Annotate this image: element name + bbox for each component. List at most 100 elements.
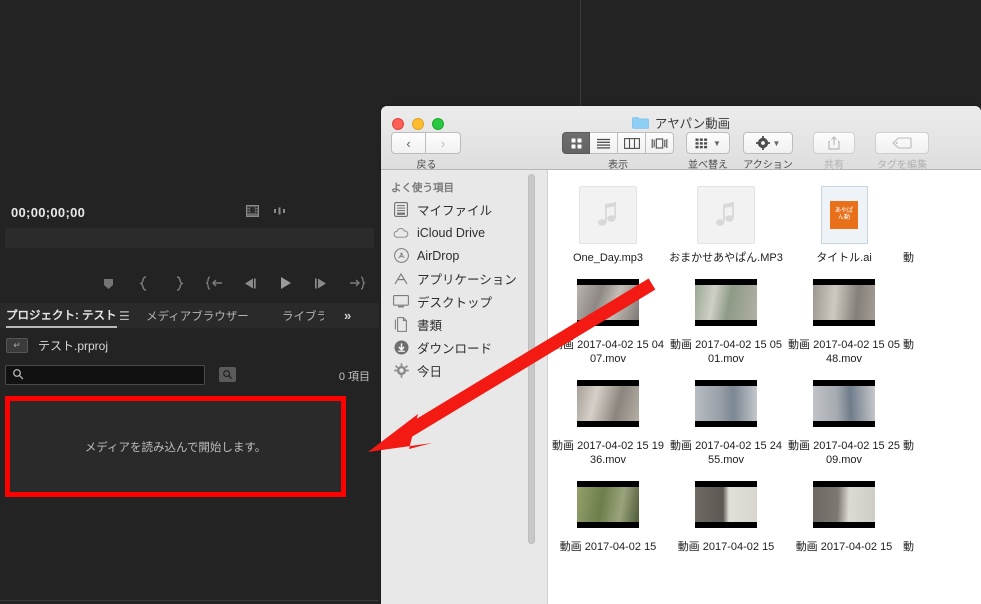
filter-icon[interactable] <box>219 367 236 382</box>
playhead-scrubber[interactable] <box>5 228 374 248</box>
illustrator-file-icon: あやぱ ん動 <box>820 186 868 244</box>
downloads-icon <box>393 340 409 356</box>
video-thumbnail <box>695 379 757 427</box>
sort-button[interactable]: ▼ <box>686 132 730 154</box>
edit-tags-button[interactable] <box>875 132 929 154</box>
search-input-wrapper[interactable] <box>5 365 205 385</box>
sidebar-item-documents[interactable]: 書類 <box>381 313 547 336</box>
file-item-video[interactable]: 動画 2017-04-02 15 05 48.mov <box>785 265 903 366</box>
applications-icon <box>393 271 409 287</box>
action-button[interactable]: ▼ <box>743 132 793 154</box>
tab-media-browser[interactable]: メディアブラウザー <box>146 303 249 328</box>
file-item-title-ai[interactable]: あやぱ ん動 タイトル.ai <box>785 178 903 265</box>
sidebar-item-desktop[interactable]: デスクトップ <box>381 290 547 313</box>
finder-window[interactable]: アヤパン動画 ‹ › 戻る 表示 ▼ 並べ替え ▼ アクション 共有 タグを編集… <box>381 106 981 604</box>
file-grid-area[interactable]: One_Day.mp3 おまかせあやぱん.MP3 あやぱ ん動 タイトル.ai … <box>549 170 981 604</box>
project-search-row: 0 項目 <box>0 363 379 389</box>
file-name: 動画 2017-04-02 15 25 09.mov <box>788 440 900 466</box>
sort-grid-icon <box>695 138 708 148</box>
play-button[interactable] <box>273 271 299 295</box>
airdrop-icon <box>393 248 409 264</box>
file-item-video[interactable]: 動画 2017-04-02 15 24 55.mov <box>667 366 785 467</box>
sidebar-item-icloud-drive[interactable]: iCloud Drive <box>381 221 547 244</box>
tab-overflow-button[interactable]: » <box>344 308 351 323</box>
step-back-button[interactable] <box>237 271 263 295</box>
file-item-video[interactable]: 動画 2017-04-02 15 05 01.mov <box>667 265 785 366</box>
file-thumbnail <box>931 184 981 246</box>
video-thumbnail <box>695 480 757 528</box>
go-to-out-button[interactable] <box>344 271 370 295</box>
view-segmented-control[interactable] <box>562 132 674 154</box>
share-button[interactable] <box>813 132 855 154</box>
hamburger-icon[interactable]: ☰ <box>119 309 130 323</box>
file-item-video[interactable]: 動画 2017-04-02 15 <box>785 467 903 554</box>
view-columns[interactable] <box>618 132 646 154</box>
file-item-video[interactable]: 動画 2017-04-02 15 25 09.mov <box>785 366 903 467</box>
forward-button[interactable]: › <box>426 132 461 154</box>
view-list[interactable] <box>590 132 618 154</box>
file-thumbnail <box>577 473 639 535</box>
file-name: 動画 2017-04-02 15 24 55.mov <box>670 440 782 466</box>
file-item-clipped[interactable]: 動 <box>903 265 981 366</box>
tab-libraries[interactable]: ライブラ <box>282 303 324 328</box>
file-item-clipped[interactable]: 動 <box>903 178 981 265</box>
add-marker-button[interactable] <box>95 271 121 295</box>
sidebar-scrollbar[interactable] <box>528 174 535 544</box>
file-thumbnail <box>931 473 981 535</box>
chevron-down-icon: ▼ <box>772 138 781 148</box>
file-row: 動画 2017-04-02 15 19 36.mov 動画 2017-04-02… <box>549 366 981 467</box>
file-item-video[interactable]: 動画 2017-04-02 15 19 36.mov <box>549 366 667 467</box>
monitor-icon-group <box>246 205 289 217</box>
file-row: 動画 2017-04-02 15 動画 2017-04-02 15 動画 201… <box>549 467 981 554</box>
file-item-video[interactable]: 動画 2017-04-02 15 <box>667 467 785 554</box>
search-input[interactable] <box>29 369 189 381</box>
file-name: 動画 2017-04-02 15 04 07.mov <box>552 339 664 365</box>
mark-out-button[interactable] <box>166 271 192 295</box>
file-item-clipped[interactable]: 動 <box>903 366 981 467</box>
file-name: 動画 2017-04-02 15 <box>559 541 657 553</box>
sidebar-item-today[interactable]: 今日 <box>381 359 547 382</box>
markers-icon[interactable] <box>273 206 289 216</box>
sidebar-item-label: アプリケーション <box>417 273 517 287</box>
sidebar-item-downloads[interactable]: ダウンロード <box>381 336 547 359</box>
sidebar-item-airdrop[interactable]: AirDrop <box>381 244 547 267</box>
video-thumbnail <box>695 278 757 326</box>
view-icon-grid[interactable] <box>562 132 590 154</box>
finder-sidebar: よく使う項目 マイファイル iCloud Drive AirDrop アプリケー… <box>381 170 548 604</box>
music-note-icon <box>697 186 755 244</box>
action-group: ▼ アクション <box>743 132 793 171</box>
file-item-video[interactable]: 動画 2017-04-02 15 <box>549 467 667 554</box>
panel-bottom-divider <box>0 600 379 601</box>
media-dropzone[interactable]: メディアを読み込んで開始します。 <box>5 396 346 497</box>
file-item-one-day-mp3[interactable]: One_Day.mp3 <box>549 178 667 265</box>
file-thumbnail <box>695 184 757 246</box>
tag-icon <box>892 137 912 149</box>
file-row: 動画 2017-04-02 15 04 07.mov 動画 2017-04-02… <box>549 265 981 366</box>
file-name: 動 <box>903 440 914 452</box>
export-frame-icon[interactable] <box>246 205 259 217</box>
project-file-row: ↵ テスト.prproj <box>0 332 379 358</box>
file-row: One_Day.mp3 おまかせあやぱん.MP3 あやぱ ん動 タイトル.ai … <box>549 178 981 265</box>
view-coverflow[interactable] <box>646 132 674 154</box>
file-name: 動画 2017-04-02 15 19 36.mov <box>552 440 664 466</box>
finder-titlebar[interactable]: アヤパン動画 ‹ › 戻る 表示 ▼ 並べ替え ▼ アクション 共有 タグを編集 <box>381 106 981 171</box>
tag-label: タグを編集 <box>877 160 927 171</box>
sidebar-item-myfiles[interactable]: マイファイル <box>381 198 547 221</box>
back-button[interactable]: ‹ <box>391 132 426 154</box>
tab-project[interactable]: プロジェクト: テスト <box>6 303 117 328</box>
mark-in-button[interactable] <box>131 271 157 295</box>
parent-folder-icon[interactable]: ↵ <box>6 337 28 353</box>
file-item-video[interactable]: 動画 2017-04-02 15 04 07.mov <box>549 265 667 366</box>
share-group: 共有 <box>813 132 855 171</box>
file-item-omakase-mp3[interactable]: おまかせあやぱん.MP3 <box>667 178 785 265</box>
go-to-in-button[interactable] <box>202 271 228 295</box>
file-name: 動 <box>903 252 914 264</box>
step-forward-button[interactable] <box>308 271 334 295</box>
sidebar-item-applications[interactable]: アプリケーション <box>381 267 547 290</box>
project-panel: プロジェクト: テスト ☰ メディアブラウザー ライブラ » ↵ テスト.prp… <box>0 303 379 604</box>
file-name: おまかせあやぱん.MP3 <box>669 252 783 264</box>
screen: 00;00;00;00 プロジェクト: テスト ☰ メディアブラウザー ライブラ… <box>0 0 981 604</box>
timecode-display[interactable]: 00;00;00;00 <box>11 205 85 220</box>
myfiles-icon <box>393 202 409 218</box>
file-item-clipped[interactable]: 動 <box>903 467 981 554</box>
